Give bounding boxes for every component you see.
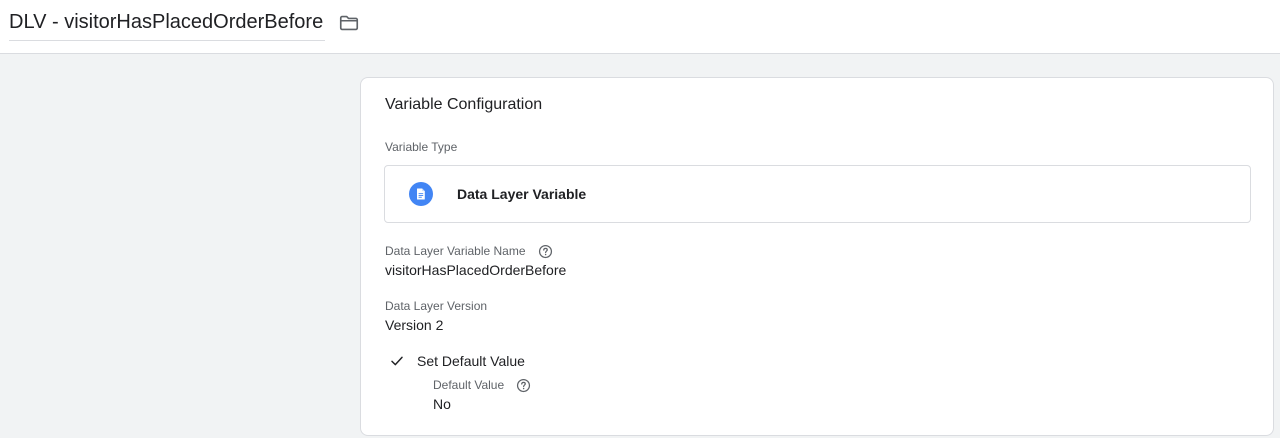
variable-title-field[interactable]: DLV - visitorHasPlacedOrderBefore [9, 9, 326, 41]
folder-icon[interactable] [338, 12, 360, 34]
dlv-version-value: Version 2 [385, 317, 444, 333]
help-icon[interactable] [516, 378, 531, 393]
variable-title[interactable]: DLV - visitorHasPlacedOrderBefore [9, 11, 323, 33]
document-icon [409, 182, 433, 206]
default-value-label: Default Value [433, 378, 505, 392]
variable-type-selector[interactable]: Data Layer Variable [384, 165, 1251, 223]
help-icon[interactable] [538, 244, 553, 259]
card-title: Variable Configuration [385, 96, 543, 113]
editor-header: DLV - visitorHasPlacedOrderBefore [0, 0, 1280, 54]
dlv-name-value: visitorHasPlacedOrderBefore [385, 262, 567, 278]
check-icon [389, 353, 405, 369]
variable-type-label: Variable Type [385, 140, 458, 154]
dlv-version-label: Data Layer Version [385, 299, 488, 313]
variable-configuration-card[interactable]: Variable Configuration Variable Type Dat… [360, 77, 1274, 436]
dlv-name-label: Data Layer Variable Name [385, 244, 526, 258]
variable-type-name: Data Layer Variable [457, 186, 587, 202]
set-default-value-label: Set Default Value [417, 353, 525, 369]
default-value: No [433, 396, 451, 412]
